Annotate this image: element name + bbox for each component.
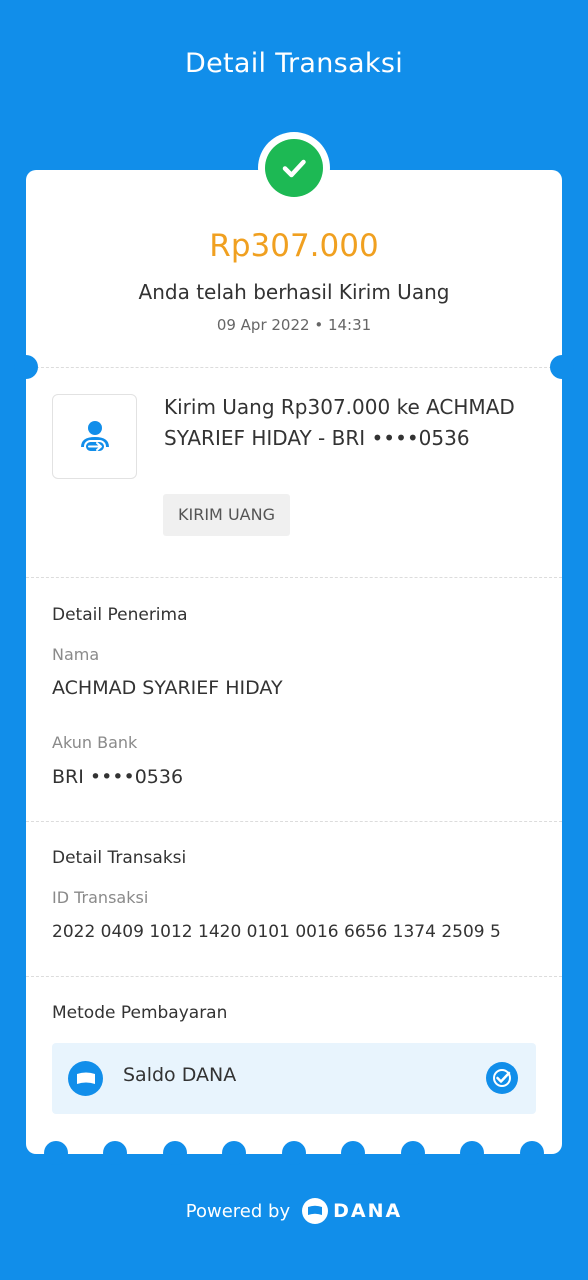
ticket-notch-right	[550, 355, 574, 379]
bank-account-value: BRI ••••0536	[52, 766, 184, 788]
divider	[26, 577, 562, 578]
check-badge-icon	[486, 1062, 518, 1094]
page-title: Detail Transaksi	[184, 48, 404, 79]
ticket-notch	[163, 1141, 187, 1165]
payment-section-title: Metode Pembayaran	[52, 1003, 228, 1023]
transaction-receipt-card: Rp307.000 Anda telah berhasil Kirim Uang…	[14, 170, 574, 1154]
ticket-notch	[341, 1141, 365, 1165]
divider	[26, 976, 562, 977]
bank-account-label: Akun Bank	[52, 733, 138, 752]
transaction-section-title: Detail Transaksi	[52, 848, 187, 868]
ticket-notch	[401, 1141, 425, 1165]
powered-by-label: Powered by	[185, 1200, 291, 1222]
divider	[26, 367, 562, 368]
transaction-amount: Rp307.000	[209, 228, 379, 264]
ticket-notch	[44, 1141, 68, 1165]
divider	[26, 821, 562, 822]
transaction-id-value: 2022 0409 1012 1420 0101 0016 6656 1374 …	[52, 922, 501, 942]
recipient-name-label: Nama	[52, 645, 100, 664]
success-check-icon	[258, 132, 330, 204]
transaction-description: Kirim Uang Rp307.000 ke ACHMAD SYARIEF H…	[164, 395, 515, 450]
ticket-notch	[103, 1141, 127, 1165]
transaction-type-badge: KIRIM UANG	[163, 494, 290, 536]
ticket-notch	[222, 1141, 246, 1165]
wallet-icon	[68, 1061, 103, 1096]
dana-brand-text: DANA	[333, 1200, 403, 1222]
ticket-notch	[520, 1141, 544, 1165]
transaction-id-label: ID Transaksi	[52, 888, 149, 907]
dana-logo-icon	[302, 1198, 329, 1224]
footer: Powered by DANA	[0, 1198, 588, 1224]
ticket-notch-left	[14, 355, 38, 379]
transaction-datetime: 09 Apr 2022 • 14:31	[216, 316, 372, 334]
ticket-notch	[460, 1141, 484, 1165]
send-money-icon	[52, 394, 137, 479]
success-message: Anda telah berhasil Kirim Uang	[138, 280, 450, 304]
recipient-section-title: Detail Penerima	[52, 605, 188, 625]
dana-logo: DANA	[302, 1198, 402, 1224]
payment-method-label: Saldo DANA	[123, 1064, 237, 1086]
recipient-name-value: ACHMAD SYARIEF HIDAY	[52, 677, 283, 699]
ticket-notch	[282, 1141, 306, 1165]
payment-method-option[interactable]: Saldo DANA	[52, 1043, 536, 1114]
